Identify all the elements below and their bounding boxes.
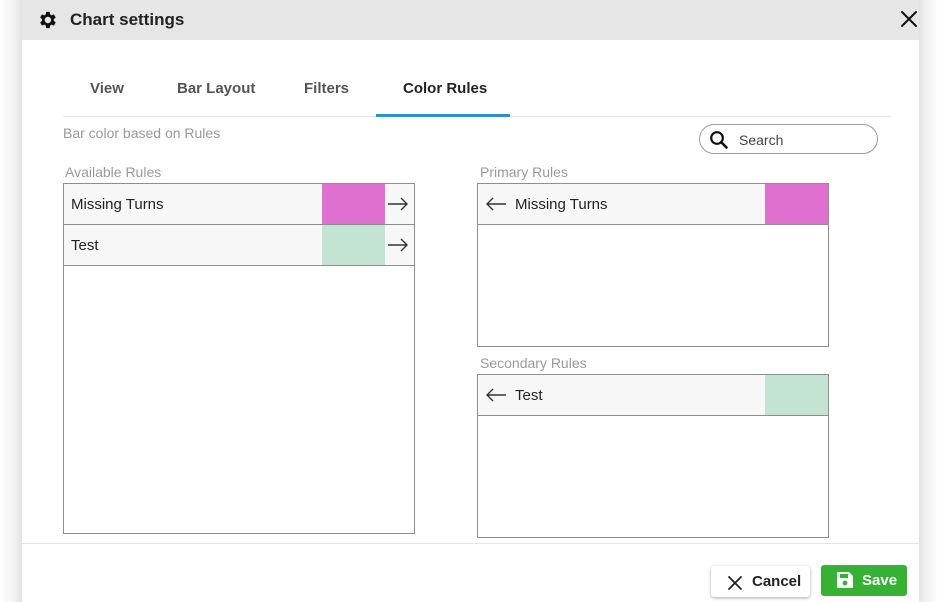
rule-name: Test xyxy=(71,237,99,254)
dialog-title: Chart settings xyxy=(70,10,185,29)
rule-color-swatch xyxy=(765,375,828,415)
title-bar: Chart settings xyxy=(22,0,919,40)
backdrop-right xyxy=(919,0,939,602)
available-rules-label: Available Rules xyxy=(65,164,162,180)
rule-color-swatch xyxy=(322,184,385,224)
save-button[interactable]: Save xyxy=(821,565,907,596)
rule-name: Missing Turns xyxy=(515,196,608,213)
settings-tabs: View Bar Layout Filters Color Rules xyxy=(63,66,891,118)
rule-name: Test xyxy=(515,387,543,404)
close-icon[interactable] xyxy=(898,8,920,30)
gear-icon xyxy=(36,9,58,31)
tab-filters[interactable]: Filters xyxy=(304,80,349,97)
save-button-label: Save xyxy=(862,572,898,589)
tab-bar-layout[interactable]: Bar Layout xyxy=(177,80,255,97)
arrow-left-icon[interactable] xyxy=(484,384,508,406)
backdrop-left xyxy=(0,0,22,602)
arrow-right-icon[interactable] xyxy=(386,234,410,256)
rule-color-swatch xyxy=(765,184,828,224)
arrow-left-icon[interactable] xyxy=(484,193,508,215)
active-tab-indicator xyxy=(376,114,510,117)
search-box[interactable] xyxy=(699,124,878,154)
tab-view[interactable]: View xyxy=(90,80,124,97)
rule-name: Missing Turns xyxy=(71,196,164,213)
search-input[interactable] xyxy=(737,129,871,151)
tab-color-rules[interactable]: Color Rules xyxy=(403,80,487,97)
cancel-button-label: Cancel xyxy=(752,573,802,590)
cancel-button[interactable]: Cancel xyxy=(711,566,810,597)
close-icon xyxy=(728,576,742,590)
secondary-rules-label: Secondary Rules xyxy=(480,355,587,371)
secondary-rules-list: Test xyxy=(477,374,829,538)
footer-divider xyxy=(22,543,919,544)
primary-rules-label: Primary Rules xyxy=(480,164,568,180)
search-icon xyxy=(710,131,728,149)
rule-color-swatch xyxy=(322,225,385,265)
floppy-disk-icon xyxy=(837,572,853,588)
primary-rules-list: Missing Turns xyxy=(477,183,829,347)
color-rules-description: Bar color based on Rules xyxy=(63,125,221,141)
available-rule-missing-turns[interactable]: Missing Turns xyxy=(64,184,414,225)
available-rules-list: Missing Turns Test xyxy=(63,183,415,534)
secondary-rule-test[interactable]: Test xyxy=(478,375,828,416)
arrow-right-icon[interactable] xyxy=(386,193,410,215)
primary-rule-missing-turns[interactable]: Missing Turns xyxy=(478,184,828,225)
chart-settings-dialog: Chart settings View Bar Layout Filters C… xyxy=(22,0,919,602)
available-rule-test[interactable]: Test xyxy=(64,225,414,266)
